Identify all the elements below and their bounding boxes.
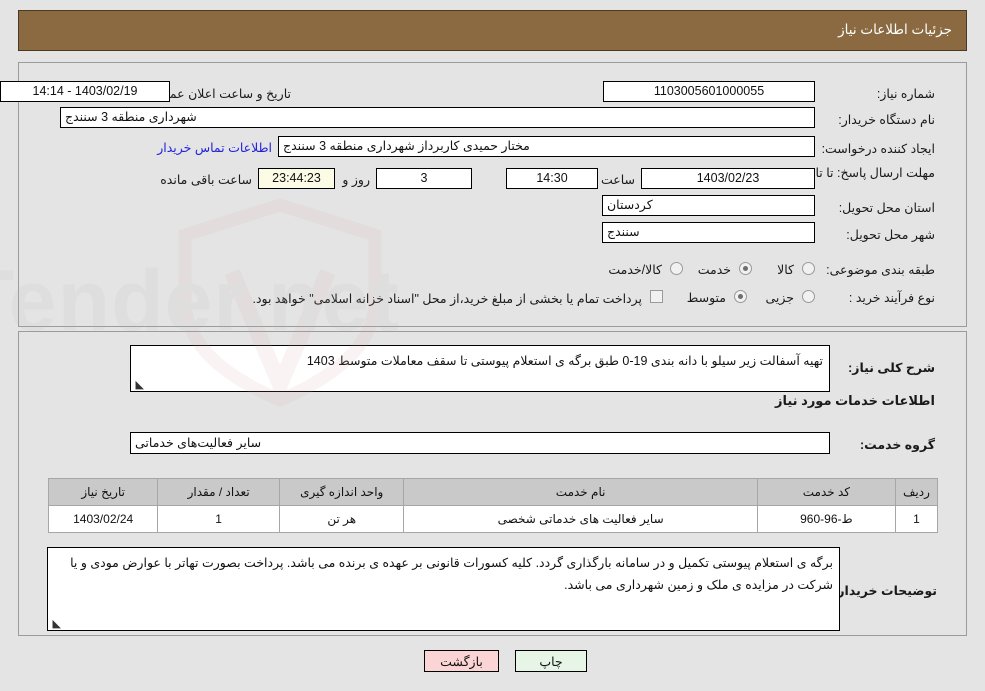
need-number-value: 1103005601000055 bbox=[603, 81, 815, 102]
remaining-time-label: ساعت باقی مانده bbox=[160, 173, 252, 187]
table-header-row: ردیف کد خدمت نام خدمت واحد اندازه گیری ت… bbox=[47, 478, 939, 506]
print-button[interactable]: چاپ bbox=[515, 650, 587, 672]
buyer-notes-value[interactable]: برگه ی استعلام پیوستی تکمیل و در سامانه … bbox=[47, 547, 840, 631]
process-radio-medium[interactable] bbox=[734, 290, 747, 303]
category-option-label-goods: کالا bbox=[777, 263, 794, 277]
resize-grip-icon[interactable]: ◣ bbox=[51, 619, 61, 630]
buyer-contact-link[interactable]: اطلاعات تماس خریدار bbox=[157, 140, 272, 155]
column-header-row: ردیف bbox=[894, 478, 939, 506]
category-radio-goods-service[interactable] bbox=[670, 262, 683, 275]
category-option-label-service: خدمت bbox=[697, 263, 731, 277]
column-header-date: تاریخ نیاز bbox=[47, 478, 159, 506]
page-header-bar: جزئیات اطلاعات نیاز bbox=[18, 10, 967, 51]
cell-date: 1403/02/24 bbox=[47, 505, 159, 533]
cell-unit: هر تن bbox=[279, 505, 405, 533]
deadline-hour-label: ساعت bbox=[600, 173, 635, 187]
column-header-code: کد خدمت bbox=[756, 478, 896, 506]
remaining-days-value: 3 bbox=[376, 168, 472, 189]
cell-name: سایر فعالیت های خدماتی شخصی bbox=[403, 505, 758, 533]
column-header-quantity: تعداد / مقدار bbox=[157, 478, 281, 506]
buyer-org-label: نام دستگاه خریدار: bbox=[838, 113, 935, 127]
process-radio-minor[interactable] bbox=[802, 290, 815, 303]
islamic-treasury-label: پرداخت تمام یا بخشی از مبلغ خرید،از محل … bbox=[252, 292, 642, 306]
need-summary-label: شرح کلی نیاز: bbox=[848, 361, 935, 375]
request-creator-value: مختار حمیدی کاربرداز شهرداری منطقه 3 سنن… bbox=[278, 136, 815, 157]
remaining-time-value: 23:44:23 bbox=[258, 168, 335, 189]
buyer-notes-text: برگه ی استعلام پیوستی تکمیل و در سامانه … bbox=[70, 556, 833, 592]
back-button[interactable]: بازگشت bbox=[424, 650, 499, 672]
process-option-label-medium: متوسط bbox=[686, 291, 726, 305]
need-details-page: AriaTender.net جزئیات اطلاعات نیاز شماره… bbox=[0, 0, 985, 691]
service-group-value: سایر فعالیت‌های خدماتی bbox=[130, 432, 830, 454]
deadline-label: مهلت ارسال پاسخ: تا تاریخ: bbox=[794, 166, 935, 180]
delivery-province-label: استان محل تحویل: bbox=[838, 201, 935, 215]
delivery-city-value: سنندج bbox=[602, 222, 815, 243]
purchase-process-label: نوع فرآیند خرید : bbox=[848, 291, 935, 305]
column-header-unit: واحد اندازه گیری bbox=[279, 478, 405, 506]
delivery-province-value: کردستان bbox=[602, 195, 815, 216]
need-summary-text: تهیه آسفالت زیر سیلو با دانه بندی 19-0 ط… bbox=[306, 354, 823, 368]
category-radio-goods[interactable] bbox=[802, 262, 815, 275]
request-creator-label: ایجاد کننده درخواست: bbox=[821, 142, 935, 156]
buyer-notes-label: توضیحات خریدار: bbox=[833, 584, 937, 598]
buyer-org-value: شهرداری منطقه 3 سنندج bbox=[60, 107, 815, 128]
cell-quantity: 1 bbox=[157, 505, 281, 533]
need-number-label: شماره نیاز: bbox=[876, 87, 935, 101]
category-option-label-goods-service: کالا/خدمت bbox=[608, 263, 662, 277]
service-group-label: گروه خدمت: bbox=[859, 438, 935, 452]
islamic-treasury-checkbox[interactable] bbox=[650, 290, 663, 303]
category-radio-service[interactable] bbox=[739, 262, 752, 275]
resize-grip-icon[interactable]: ◣ bbox=[134, 380, 144, 391]
remaining-days-label: روز و bbox=[342, 173, 370, 187]
cell-code: ط-96-960 bbox=[756, 505, 896, 533]
services-section-heading: اطلاعات خدمات مورد نیاز bbox=[774, 393, 935, 408]
table-row: 1 ط-96-960 سایر فعالیت های خدماتی شخصی ه… bbox=[47, 505, 939, 533]
announce-datetime-value: 1403/02/19 - 14:14 bbox=[0, 81, 170, 102]
category-label: طبقه بندی موضوعی: bbox=[826, 263, 935, 277]
services-table: ردیف کد خدمت نام خدمت واحد اندازه گیری ت… bbox=[47, 478, 939, 533]
deadline-date-value: 1403/02/23 bbox=[641, 168, 815, 189]
deadline-hour-value: 14:30 bbox=[506, 168, 598, 189]
page-title: جزئیات اطلاعات نیاز bbox=[838, 22, 952, 37]
cell-row: 1 bbox=[894, 505, 939, 533]
need-summary-value[interactable]: تهیه آسفالت زیر سیلو با دانه بندی 19-0 ط… bbox=[130, 345, 830, 392]
column-header-name: نام خدمت bbox=[403, 478, 758, 506]
process-option-label-minor: جزیی bbox=[765, 291, 794, 305]
delivery-city-label: شهر محل تحویل: bbox=[846, 228, 935, 242]
